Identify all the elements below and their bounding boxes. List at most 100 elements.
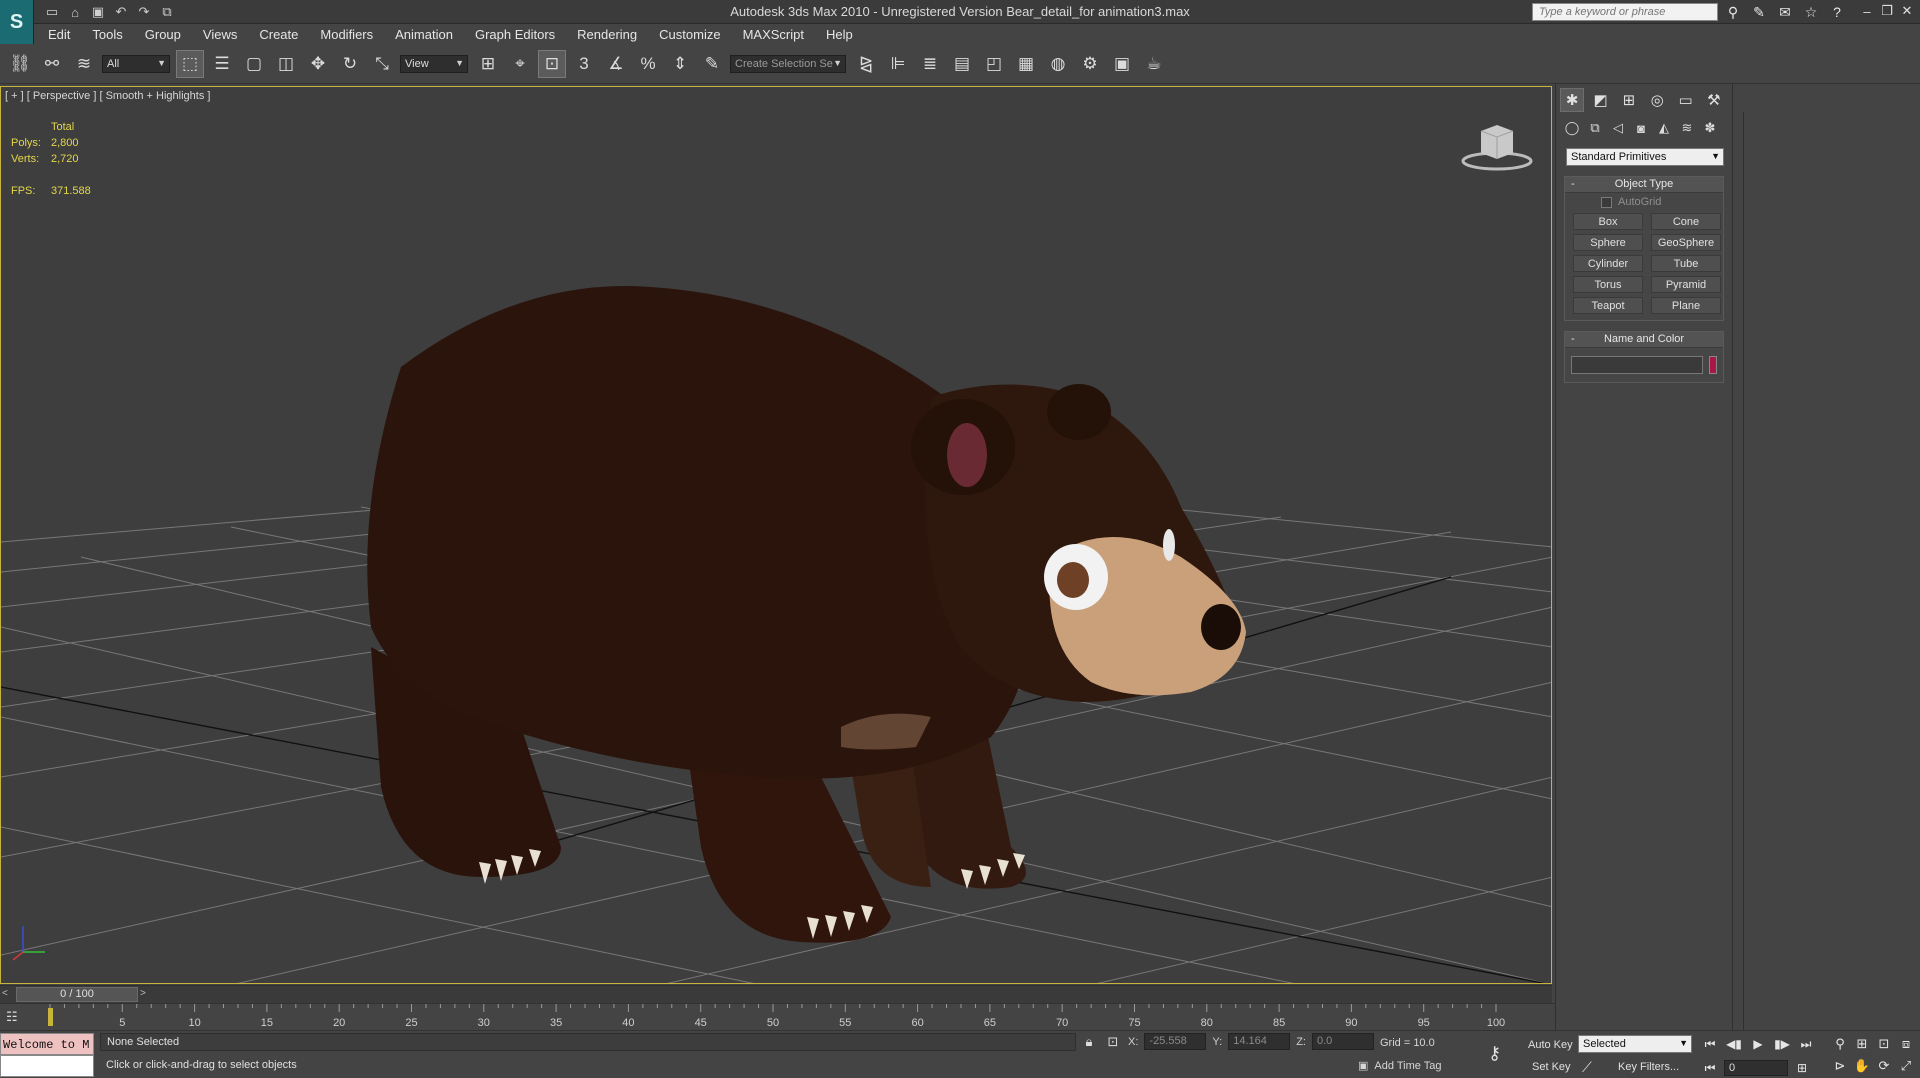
z-coordinate-field[interactable]: 0.0 (1311, 1033, 1374, 1050)
named-selection-dropdown[interactable]: Create Selection Se ▼ (730, 54, 846, 73)
add-time-tag[interactable]: ▣ Add Time Tag (1358, 1059, 1441, 1073)
align-icon[interactable]: ⊫ (884, 50, 912, 78)
torus-button[interactable]: Torus (1573, 276, 1643, 293)
key-mode-dropdown[interactable]: Selected ▼ (1578, 1035, 1692, 1053)
helpers-icon[interactable]: ◭ (1654, 118, 1674, 138)
modify-tab-icon[interactable]: ◩ (1588, 88, 1612, 112)
time-slider-thumb[interactable]: 0 / 100 (16, 987, 138, 1002)
viewport-label-menu[interactable]: [ + ] [ Perspective ] [ Smooth + Highlig… (5, 90, 210, 102)
menu-edit[interactable]: Edit (48, 27, 70, 42)
systems-icon[interactable]: ✽ (1700, 118, 1720, 138)
reference-coordinate-dropdown[interactable]: View ▼ (400, 54, 468, 73)
schematic-view-icon[interactable]: ▦ (1012, 50, 1040, 78)
restore-icon[interactable]: ❐ (1878, 2, 1896, 20)
name-and-color-rollout-header[interactable]: - Name and Color (1565, 332, 1723, 348)
rectangular-region-icon[interactable]: ▢ (240, 50, 268, 78)
maxscript-listener-output[interactable] (0, 1055, 94, 1077)
snaps-toggle-icon[interactable]: 3 (570, 50, 598, 78)
default-in-out-tangent-icon[interactable]: ⟋ (1582, 1059, 1592, 1076)
angle-snap-icon[interactable]: ∡ (602, 50, 630, 78)
time-slider-next-icon[interactable]: > (140, 988, 146, 999)
zoom-icon[interactable]: ⚲ (1830, 1035, 1850, 1053)
perspective-viewport[interactable]: [ + ] [ Perspective ] [ Smooth + Highlig… (0, 86, 1552, 984)
plane-button[interactable]: Plane (1651, 297, 1721, 314)
next-frame-icon[interactable]: ▮▶ (1772, 1035, 1792, 1053)
menu-views[interactable]: Views (203, 27, 237, 42)
box-button[interactable]: Box (1573, 213, 1643, 230)
orbit-icon[interactable]: ⟳ (1874, 1057, 1894, 1075)
menu-graph-editors[interactable]: Graph Editors (475, 27, 555, 42)
play-icon[interactable]: ▶ (1748, 1035, 1768, 1053)
select-by-name-icon[interactable]: ☰ (208, 50, 236, 78)
auto-key-button[interactable]: Auto Key (1528, 1039, 1573, 1051)
key-icon[interactable]: ⚷ (1488, 1043, 1501, 1064)
material-editor-icon[interactable]: ◍ (1044, 50, 1072, 78)
bind-space-warp-icon[interactable]: ≋ (70, 50, 98, 78)
mini-curve-editor-icon[interactable]: ☷ (6, 1009, 26, 1025)
maximize-viewport-icon[interactable]: ⤢ (1896, 1057, 1916, 1075)
field-of-view-icon[interactable]: ⊳ (1830, 1057, 1850, 1075)
time-configuration-icon[interactable]: ⊞ (1792, 1059, 1812, 1077)
keyboard-shortcut-override-icon[interactable]: ⊡ (538, 49, 566, 78)
go-to-start-icon[interactable]: ⏮ (1700, 1035, 1720, 1053)
y-coordinate-field[interactable]: 14.164 (1228, 1033, 1291, 1050)
previous-frame-icon[interactable]: ◀▮ (1724, 1035, 1744, 1053)
menu-create[interactable]: Create (259, 27, 298, 42)
pan-icon[interactable]: ✋ (1852, 1057, 1872, 1075)
lights-icon[interactable]: ◁ (1608, 118, 1628, 138)
link-icon[interactable]: ⛓ (6, 50, 34, 78)
menu-group[interactable]: Group (145, 27, 181, 42)
favorites-icon[interactable]: ☆ (1800, 2, 1822, 22)
curve-editor-icon[interactable]: ◰ (980, 50, 1008, 78)
viewcube-icon[interactable] (1459, 123, 1535, 173)
utilities-tab-icon[interactable]: ⚒ (1702, 88, 1726, 112)
pivot-center-icon[interactable]: ⊞ (474, 50, 502, 78)
close-icon[interactable]: ✕ (1898, 2, 1916, 20)
pyramid-button[interactable]: Pyramid (1651, 276, 1721, 293)
shapes-icon[interactable]: ⧉ (1585, 118, 1605, 138)
graphite-toggle-icon[interactable]: ▤ (948, 50, 976, 78)
time-slider-prev-icon[interactable]: < (2, 988, 8, 999)
zoom-extents-all-icon[interactable]: ⧈ (1896, 1035, 1916, 1053)
hierarchy-tab-icon[interactable]: ⊞ (1617, 88, 1641, 112)
menu-help[interactable]: Help (826, 27, 853, 42)
absolute-mode-icon[interactable]: ⊡ (1104, 1034, 1122, 1050)
zoom-all-icon[interactable]: ⊞ (1852, 1035, 1872, 1053)
geometry-icon[interactable]: ◯ (1562, 118, 1582, 138)
percent-snap-icon[interactable]: % (634, 50, 662, 78)
set-key-button[interactable]: Set Key (1532, 1061, 1571, 1073)
menu-maxscript[interactable]: MAXScript (743, 27, 804, 42)
menu-customize[interactable]: Customize (659, 27, 720, 42)
menu-modifiers[interactable]: Modifiers (320, 27, 373, 42)
app-logo-button[interactable]: S (0, 0, 34, 44)
menu-rendering[interactable]: Rendering (577, 27, 637, 42)
window-crossing-icon[interactable]: ◫ (272, 50, 300, 78)
select-object-icon[interactable]: ⬚ (176, 49, 204, 78)
key-filters-button[interactable]: Key Filters... (1618, 1061, 1679, 1073)
rendered-frame-window-icon[interactable]: ▣ (1108, 50, 1136, 78)
autogrid-checkbox[interactable]: AutoGrid (1565, 193, 1723, 211)
teapot-button[interactable]: Teapot (1573, 297, 1643, 314)
object-color-swatch[interactable] (1709, 356, 1717, 374)
space-warps-icon[interactable]: ≋ (1677, 118, 1697, 138)
minimize-icon[interactable]: – (1858, 2, 1876, 20)
cone-button[interactable]: Cone (1651, 213, 1721, 230)
key-mode-toggle-icon[interactable]: ⏮ (1700, 1059, 1720, 1077)
geosphere-button[interactable]: GeoSphere (1651, 234, 1721, 251)
motion-tab-icon[interactable]: ◎ (1645, 88, 1669, 112)
zoom-extents-icon[interactable]: ⊡ (1874, 1035, 1894, 1053)
bear-model[interactable] (367, 286, 1246, 943)
go-to-end-icon[interactable]: ⏭ (1796, 1035, 1816, 1053)
edit-named-selection-icon[interactable]: ✎ (698, 50, 726, 78)
maxscript-listener-mini[interactable]: Welcome to M (0, 1033, 94, 1055)
object-type-rollout-header[interactable]: - Object Type (1565, 177, 1723, 193)
communication-icon[interactable]: ✉ (1774, 2, 1796, 22)
select-manipulate-icon[interactable]: ⌖ (506, 50, 534, 78)
spinner-snap-icon[interactable]: ⇕ (666, 50, 694, 78)
lock-icon[interactable]: 🔒︎ (1080, 1034, 1098, 1050)
track-bar[interactable]: ☷ 5 10 15 20 25 30 35 40 45 50 55 60 65 70 75 80 85 90 95 1… (0, 1003, 1555, 1030)
x-coordinate-field[interactable]: -25.558 (1144, 1033, 1207, 1050)
render-production-icon[interactable]: ☕ (1140, 50, 1168, 78)
scale-icon[interactable]: ⤡ (368, 50, 396, 78)
display-tab-icon[interactable]: ▭ (1673, 88, 1697, 112)
